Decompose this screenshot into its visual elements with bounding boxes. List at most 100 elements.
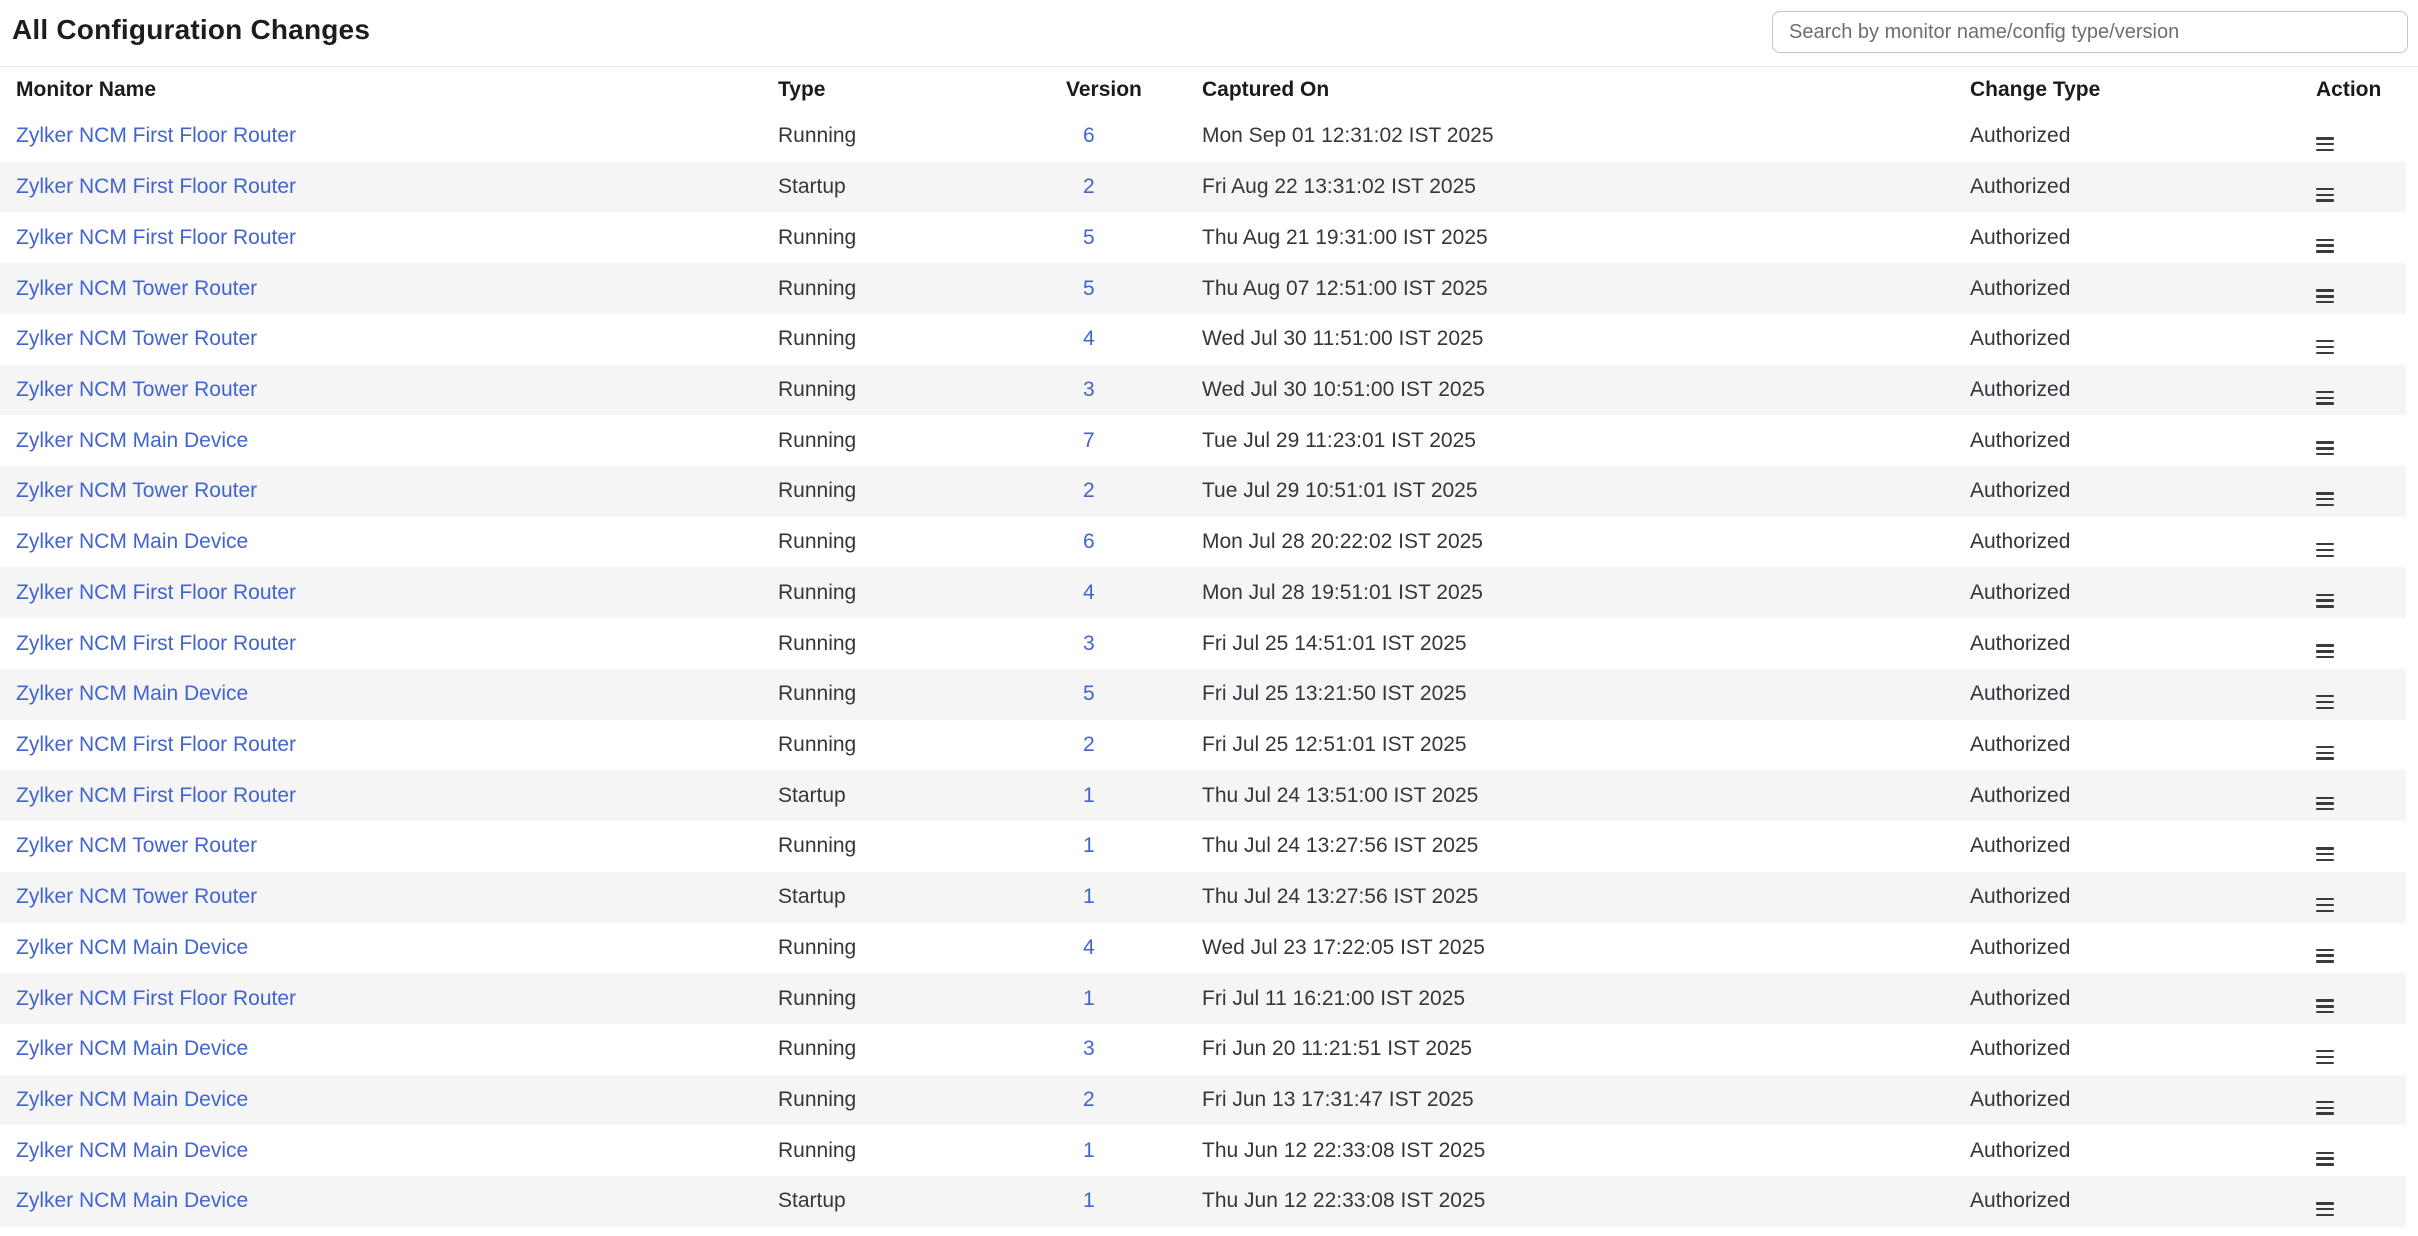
monitor-name-link[interactable]: Zylker NCM Main Device: [16, 682, 248, 705]
monitor-name-link[interactable]: Zylker NCM First Floor Router: [16, 175, 296, 198]
config-changes-page: All Configuration Changes Monitor Name T…: [0, 0, 2418, 1236]
monitor-name-link[interactable]: Zylker NCM Main Device: [16, 1139, 248, 1162]
monitor-name-link[interactable]: Zylker NCM First Floor Router: [16, 581, 296, 604]
monitor-name-link[interactable]: Zylker NCM First Floor Router: [16, 784, 296, 807]
monitor-name-link[interactable]: Zylker NCM First Floor Router: [16, 733, 296, 756]
monitor-name-link[interactable]: Zylker NCM Tower Router: [16, 479, 257, 502]
config-type-cell: Running: [762, 834, 1050, 858]
table-row: Zylker NCM First Floor Router Running 1 …: [0, 973, 2406, 1024]
hamburger-menu-icon[interactable]: [2316, 1202, 2334, 1216]
version-link[interactable]: 5: [1083, 226, 1095, 249]
hamburger-menu-icon[interactable]: [2316, 1101, 2334, 1115]
change-type-cell: Authorized: [1954, 632, 2300, 656]
version-link[interactable]: 5: [1083, 682, 1095, 705]
config-type-cell: Running: [762, 987, 1050, 1011]
version-link[interactable]: 2: [1083, 479, 1095, 502]
monitor-name-link[interactable]: Zylker NCM Main Device: [16, 530, 248, 553]
table-row: Zylker NCM First Floor Router Running 6 …: [0, 111, 2406, 162]
change-type-cell: Authorized: [1954, 327, 2300, 351]
config-type-cell: Running: [762, 277, 1050, 301]
captured-on-cell: Thu Jun 12 22:33:08 IST 2025: [1186, 1139, 1954, 1163]
hamburger-menu-icon[interactable]: [2316, 999, 2334, 1013]
version-link[interactable]: 2: [1083, 1088, 1095, 1111]
column-header-type: Type: [762, 78, 1050, 102]
monitor-name-link[interactable]: Zylker NCM Main Device: [16, 1037, 248, 1060]
monitor-name-link[interactable]: Zylker NCM Main Device: [16, 1189, 248, 1212]
version-link[interactable]: 3: [1083, 1037, 1095, 1060]
version-link[interactable]: 5: [1083, 277, 1095, 300]
hamburger-menu-icon[interactable]: [2316, 746, 2334, 760]
hamburger-menu-icon[interactable]: [2316, 644, 2334, 658]
monitor-name-link[interactable]: Zylker NCM First Floor Router: [16, 124, 296, 147]
hamburger-menu-icon[interactable]: [2316, 797, 2334, 811]
version-link[interactable]: 4: [1083, 327, 1095, 350]
version-link[interactable]: 4: [1083, 936, 1095, 959]
change-type-cell: Authorized: [1954, 936, 2300, 960]
hamburger-menu-icon[interactable]: [2316, 137, 2334, 151]
monitor-name-link[interactable]: Zylker NCM First Floor Router: [16, 632, 296, 655]
version-link[interactable]: 2: [1083, 733, 1095, 756]
search-input[interactable]: [1772, 11, 2408, 53]
monitor-name-link[interactable]: Zylker NCM First Floor Router: [16, 987, 296, 1010]
hamburger-menu-icon[interactable]: [2316, 847, 2334, 861]
config-type-cell: Startup: [762, 1189, 1050, 1213]
monitor-name-link[interactable]: Zylker NCM Main Device: [16, 936, 248, 959]
config-type-cell: Running: [762, 733, 1050, 757]
version-link[interactable]: 2: [1083, 175, 1095, 198]
config-type-cell: Running: [762, 1088, 1050, 1112]
config-type-cell: Running: [762, 1037, 1050, 1061]
captured-on-cell: Wed Jul 23 17:22:05 IST 2025: [1186, 936, 1954, 960]
monitor-name-link[interactable]: Zylker NCM Tower Router: [16, 378, 257, 401]
version-link[interactable]: 1: [1083, 834, 1095, 857]
monitor-name-link[interactable]: Zylker NCM Tower Router: [16, 277, 257, 300]
monitor-name-link[interactable]: Zylker NCM Main Device: [16, 429, 248, 452]
hamburger-menu-icon[interactable]: [2316, 543, 2334, 557]
version-link[interactable]: 7: [1083, 429, 1095, 452]
version-link[interactable]: 3: [1083, 378, 1095, 401]
change-type-cell: Authorized: [1954, 784, 2300, 808]
change-type-cell: Authorized: [1954, 682, 2300, 706]
version-link[interactable]: 3: [1083, 632, 1095, 655]
monitor-name-link[interactable]: Zylker NCM Tower Router: [16, 885, 257, 908]
captured-on-cell: Fri Jun 13 17:31:47 IST 2025: [1186, 1088, 1954, 1112]
hamburger-menu-icon[interactable]: [2316, 239, 2334, 253]
column-header-captured-on: Captured On: [1186, 78, 1954, 102]
version-link[interactable]: 1: [1083, 1189, 1095, 1212]
hamburger-menu-icon[interactable]: [2316, 492, 2334, 506]
hamburger-menu-icon[interactable]: [2316, 391, 2334, 405]
change-type-cell: Authorized: [1954, 277, 2300, 301]
table-row: Zylker NCM Tower Router Startup 1 Thu Ju…: [0, 872, 2406, 923]
config-type-cell: Running: [762, 682, 1050, 706]
version-link[interactable]: 4: [1083, 581, 1095, 604]
version-link[interactable]: 1: [1083, 987, 1095, 1010]
hamburger-menu-icon[interactable]: [2316, 695, 2334, 709]
table-row: Zylker NCM First Floor Router Running 5 …: [0, 212, 2406, 263]
captured-on-cell: Thu Aug 21 19:31:00 IST 2025: [1186, 226, 1954, 250]
version-link[interactable]: 6: [1083, 124, 1095, 147]
captured-on-cell: Fri Jun 20 11:21:51 IST 2025: [1186, 1037, 1954, 1061]
hamburger-menu-icon[interactable]: [2316, 340, 2334, 354]
monitor-name-link[interactable]: Zylker NCM First Floor Router: [16, 226, 296, 249]
config-type-cell: Running: [762, 429, 1050, 453]
config-type-cell: Running: [762, 226, 1050, 250]
hamburger-menu-icon[interactable]: [2316, 594, 2334, 608]
change-type-cell: Authorized: [1954, 175, 2300, 199]
change-type-cell: Authorized: [1954, 226, 2300, 250]
hamburger-menu-icon[interactable]: [2316, 441, 2334, 455]
hamburger-menu-icon[interactable]: [2316, 289, 2334, 303]
version-link[interactable]: 1: [1083, 1139, 1095, 1162]
version-link[interactable]: 6: [1083, 530, 1095, 553]
version-link[interactable]: 1: [1083, 784, 1095, 807]
hamburger-menu-icon[interactable]: [2316, 898, 2334, 912]
version-link[interactable]: 1: [1083, 885, 1095, 908]
monitor-name-link[interactable]: Zylker NCM Main Device: [16, 1088, 248, 1111]
table-row: Zylker NCM Main Device Running 4 Wed Jul…: [0, 923, 2406, 974]
hamburger-menu-icon[interactable]: [2316, 1152, 2334, 1166]
config-changes-table: Monitor Name Type Version Captured On Ch…: [0, 68, 2406, 1227]
hamburger-menu-icon[interactable]: [2316, 1050, 2334, 1064]
monitor-name-link[interactable]: Zylker NCM Tower Router: [16, 327, 257, 350]
monitor-name-link[interactable]: Zylker NCM Tower Router: [16, 834, 257, 857]
hamburger-menu-icon[interactable]: [2316, 188, 2334, 202]
column-header-action: Action: [2300, 78, 2406, 102]
hamburger-menu-icon[interactable]: [2316, 949, 2334, 963]
